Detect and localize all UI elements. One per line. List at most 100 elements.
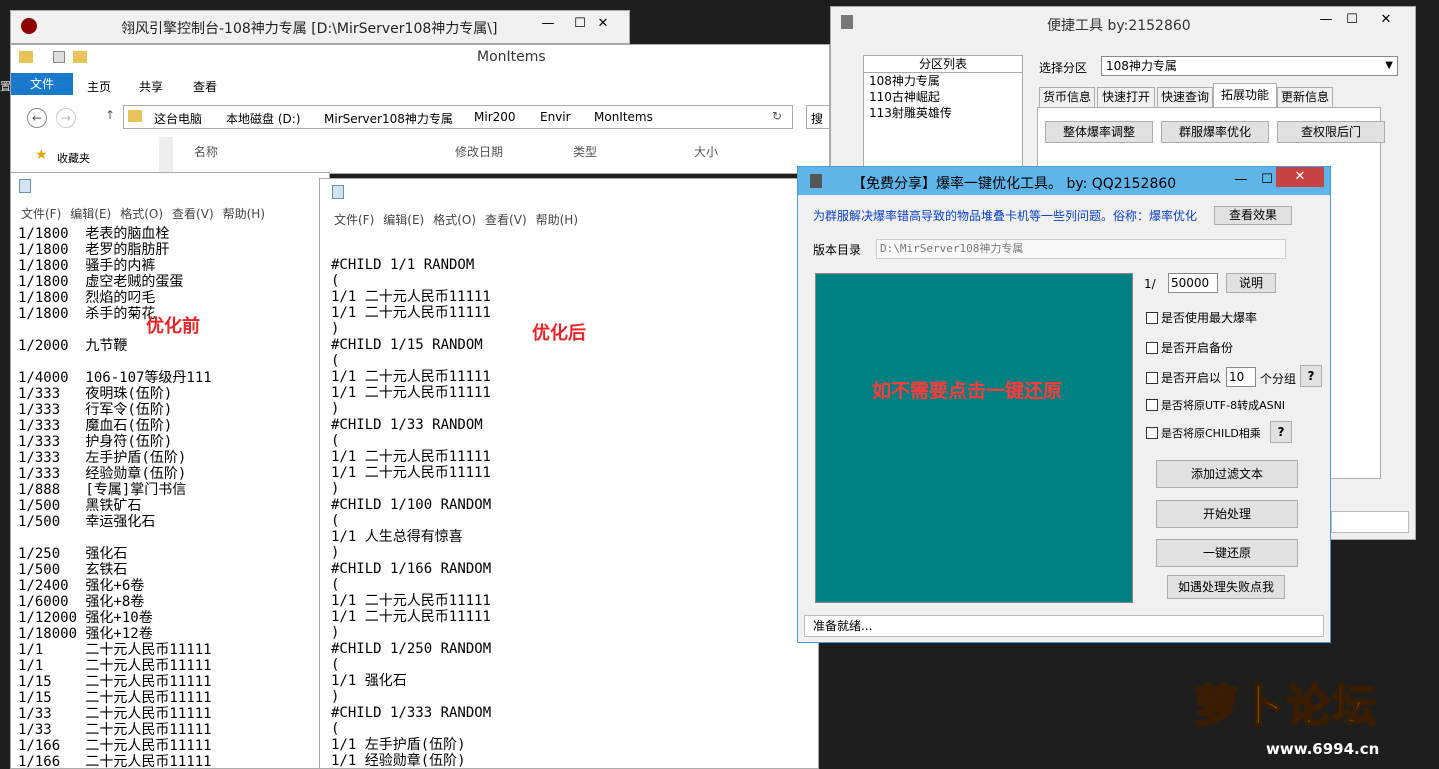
up-icon[interactable]: ↑ xyxy=(105,108,115,122)
ratio-input[interactable]: 50000 xyxy=(1168,273,1218,293)
folder-icon xyxy=(19,51,33,63)
ribbon-tab-home[interactable]: 主页 xyxy=(87,78,111,95)
new-folder-icon xyxy=(73,51,87,63)
column-header-size[interactable]: 大小 xyxy=(694,143,718,160)
menu-edit[interactable]: 编辑(E) xyxy=(70,207,111,221)
column-header-type[interactable]: 类型 xyxy=(573,143,597,160)
optimizer-window[interactable]: 【免费分享】爆率一键优化工具。 by: QQ2152860 — ☐ ✕ 为群服解… xyxy=(797,166,1331,643)
group-help-button[interactable]: ? xyxy=(1300,365,1322,387)
close-button[interactable]: ✕ xyxy=(1369,9,1403,31)
view-effect-button[interactable]: 查看效果 xyxy=(1214,206,1292,225)
explorer-window[interactable]: MonItems 文件 主页 共享 查看 ← → ↑ 这台电脑 本地磁盘 (D:… xyxy=(10,44,830,174)
menu-format[interactable]: 格式(O) xyxy=(120,207,163,221)
optimizer-status: 准备就绪... xyxy=(804,615,1324,637)
forward-icon[interactable]: → xyxy=(56,108,76,128)
option-utf8[interactable]: 是否将原UTF-8转成ASNI xyxy=(1146,397,1285,413)
notepad-line: 1/4000 106-107等级丹111 xyxy=(18,370,212,386)
failure-help-button[interactable]: 如遇处理失败点我 xyxy=(1167,575,1285,599)
checkbox[interactable] xyxy=(1146,372,1158,384)
breadcrumb-mir200[interactable]: Mir200 xyxy=(474,110,516,124)
restore-button[interactable]: 一键还原 xyxy=(1156,539,1298,567)
notepad-before-menu[interactable]: 文件(F) 编辑(E) 格式(O) 查看(V) 帮助(H) xyxy=(21,205,329,225)
breadcrumb-monitems[interactable]: MonItems xyxy=(594,110,653,124)
child-help-button[interactable]: ? xyxy=(1270,421,1292,443)
notepad-before-text[interactable]: 1/1800 老表的脑血栓 1/1800 老罗的脂肪肝 1/1800 骚手的内裤 1/… xyxy=(18,226,323,768)
back-icon[interactable]: ← xyxy=(27,108,47,128)
notepad-line: 1/33 二十元人民币11111 xyxy=(18,706,212,722)
address-bar[interactable]: 这台电脑 本地磁盘 (D:) MirServer108神力专属 Mir200 E… xyxy=(123,105,793,129)
menu-edit[interactable]: 编辑(E) xyxy=(383,213,424,227)
explain-button[interactable]: 说明 xyxy=(1226,273,1276,293)
tab-quick-query[interactable]: 快速查询 xyxy=(1157,87,1213,108)
check-backdoor-button[interactable]: 查权限后门 xyxy=(1277,121,1385,143)
favorites-star-icon: ★ xyxy=(35,147,48,163)
partition-select[interactable]: 108神力专属 ▼ xyxy=(1101,56,1398,76)
close-button[interactable]: ✕ xyxy=(1276,167,1324,187)
menu-view[interactable]: 查看(V) xyxy=(485,213,527,227)
tab-currency[interactable]: 货币信息 xyxy=(1039,87,1095,108)
partition-item[interactable]: 113射雕英雄传 xyxy=(864,105,1022,121)
notepad-after-window[interactable]: 文件(F) 编辑(E) 格式(O) 查看(V) 帮助(H) #CHILD 1/1 RAN… xyxy=(319,178,819,769)
checkbox[interactable] xyxy=(1146,427,1158,439)
ribbon-tab-share[interactable]: 共享 xyxy=(139,78,163,95)
favorites-label[interactable]: 收藏夹 xyxy=(57,150,90,166)
tab-extensions[interactable]: 拓展功能 xyxy=(1213,83,1277,108)
search-box[interactable]: 搜 xyxy=(806,105,829,129)
ribbon-tab-file[interactable]: 文件 xyxy=(11,73,73,95)
partition-select-label: 选择分区 xyxy=(1039,61,1088,75)
maximize-button[interactable]: ☐ xyxy=(1335,9,1369,31)
notepad-line: 1/1 二十元人民币11111 xyxy=(331,465,491,481)
notepad-line: 1/18000 强化+12卷 xyxy=(18,626,153,642)
notepad-before-window[interactable]: 文件(F) 编辑(E) 格式(O) 查看(V) 帮助(H) 1/1800 老表的脑血栓 1… xyxy=(10,172,330,769)
partition-item[interactable]: 108神力专属 xyxy=(864,73,1022,89)
option-backup[interactable]: 是否开启备份 xyxy=(1146,339,1233,356)
notepad-line: #CHILD 1/250 RANDOM xyxy=(331,641,492,657)
option-max-rate[interactable]: 是否使用最大爆率 xyxy=(1146,309,1257,326)
add-filter-button[interactable]: 添加过滤文本 xyxy=(1156,460,1298,488)
start-process-button[interactable]: 开始处理 xyxy=(1156,500,1298,528)
notepad-line: 1/1800 烈焰的叼毛 xyxy=(18,290,156,306)
partition-list-header: 分区列表 xyxy=(864,56,1022,73)
checkbox[interactable] xyxy=(1146,342,1158,354)
breadcrumb-envir[interactable]: Envir xyxy=(540,110,571,124)
menu-format[interactable]: 格式(O) xyxy=(433,213,476,227)
version-dir-label: 版本目录 xyxy=(813,243,862,257)
menu-file[interactable]: 文件(F) xyxy=(334,213,374,227)
version-dir-input[interactable]: D:\MirServer108神力专属 xyxy=(876,239,1286,259)
annotation-before: 优化前 xyxy=(146,316,200,337)
column-header-name[interactable]: 名称 xyxy=(194,143,218,160)
tab-quick-open[interactable]: 快速打开 xyxy=(1097,87,1155,108)
notepad-line: 1/500 玄铁石 xyxy=(18,562,128,578)
ribbon-tab-view[interactable]: 查看 xyxy=(193,78,217,95)
nav-scrollbar[interactable] xyxy=(159,137,173,173)
group-rate-optimize-button[interactable]: 群服爆率优化 xyxy=(1161,121,1269,143)
controller-window[interactable]: 翎风引擎控制台-108神力专属 [D:\MirServer108神力专属\] —… xyxy=(10,10,630,44)
menu-help[interactable]: 帮助(H) xyxy=(223,207,265,221)
notepad-line: 1/12000 强化+10卷 xyxy=(18,610,153,626)
option-grouping[interactable]: 是否开启以 xyxy=(1146,369,1221,386)
desktop-edge-text: 置 xyxy=(0,80,11,93)
partition-list[interactable]: 分区列表 108神力专属 110古神崛起 113射雕英雄传 xyxy=(863,55,1023,179)
breadcrumb-mirserver[interactable]: MirServer108神力专属 xyxy=(324,110,453,127)
notepad-line: 1/500 幸运强化石 xyxy=(18,514,156,530)
menu-help[interactable]: 帮助(H) xyxy=(536,213,578,227)
minimize-button[interactable]: — xyxy=(531,13,565,35)
partition-item[interactable]: 110古神崛起 xyxy=(864,89,1022,105)
option-child-multiply[interactable]: 是否将原CHILD相乘 xyxy=(1146,425,1261,441)
app-logo-icon xyxy=(21,18,37,34)
menu-file[interactable]: 文件(F) xyxy=(21,207,61,221)
group-count-input[interactable]: 10 xyxy=(1226,367,1256,387)
partition-select-value: 108神力专属 xyxy=(1106,59,1177,73)
checkbox[interactable] xyxy=(1146,399,1158,411)
menu-view[interactable]: 查看(V) xyxy=(172,207,214,221)
refresh-icon[interactable]: ↻ xyxy=(772,109,782,123)
notepad-after-menu[interactable]: 文件(F) 编辑(E) 格式(O) 查看(V) 帮助(H) xyxy=(334,211,634,231)
notepad-line: 1/333 经验勋章(伍阶) xyxy=(18,466,187,482)
close-button[interactable]: ✕ xyxy=(585,13,621,35)
breadcrumb-local-disk[interactable]: 本地磁盘 (D:) xyxy=(226,110,300,127)
breadcrumb-this-pc[interactable]: 这台电脑 xyxy=(154,110,202,127)
tab-updates[interactable]: 更新信息 xyxy=(1277,87,1333,108)
checkbox[interactable] xyxy=(1146,312,1158,324)
column-header-date[interactable]: 修改日期 xyxy=(455,143,503,160)
overall-rate-button[interactable]: 整体爆率调整 xyxy=(1045,121,1153,143)
